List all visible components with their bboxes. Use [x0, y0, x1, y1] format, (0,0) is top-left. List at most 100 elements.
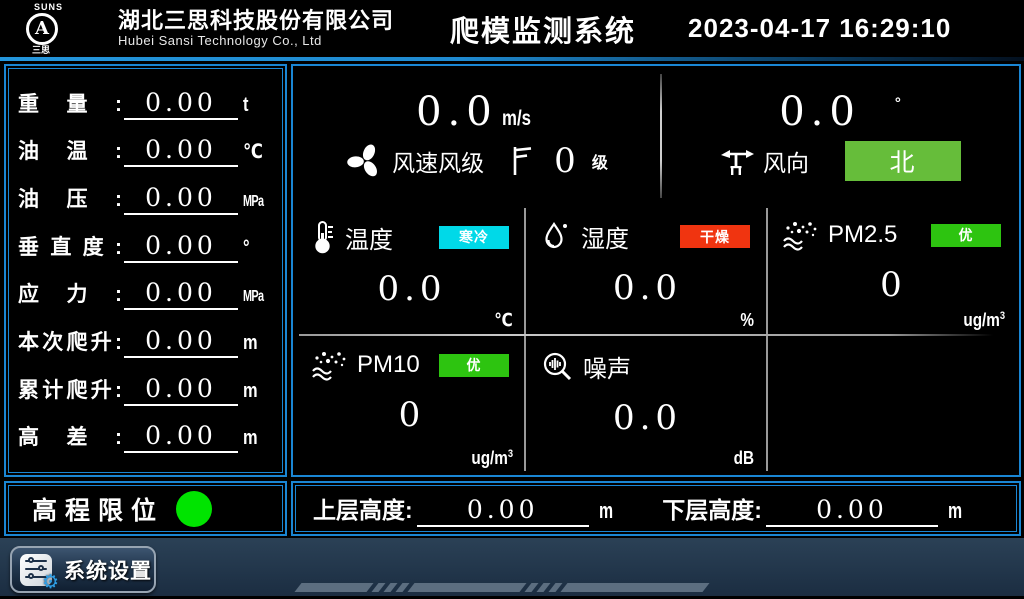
wind-speed-label: 风速风级	[392, 144, 484, 178]
environment-panel: 0.0 m/s 风速风级	[291, 64, 1021, 477]
wind-vane-icon	[719, 145, 755, 177]
system-settings-button[interactable]: ⚙ 系统设置	[10, 546, 156, 593]
noise-value: 0.0	[541, 398, 754, 438]
metric-label: 累计爬升:	[18, 374, 122, 404]
lower-height-group: 下层高度: 0.00 m	[662, 491, 967, 527]
env-grid: 温度 寒冷 0.0 ℃ 湿度 干燥	[295, 205, 1017, 473]
upper-height-unit: m	[599, 498, 613, 524]
metric-label: 高差:	[18, 421, 122, 451]
lower-height-unit: m	[948, 498, 962, 524]
metric-row-stress: 应力: 0.00 MPa	[18, 278, 275, 310]
lower-height-label: 下层高度:	[662, 491, 762, 525]
noise-label: 噪声	[583, 349, 631, 384]
header-divider	[0, 57, 1024, 61]
metric-value: 0.00	[124, 278, 238, 310]
metric-label: 油压:	[18, 183, 122, 213]
particles-icon	[782, 219, 820, 251]
metric-unit: MPa	[243, 193, 265, 211]
upper-height-label: 上层高度:	[313, 491, 413, 525]
wind-direction-label: 风向	[763, 144, 809, 178]
metric-unit: m	[243, 380, 269, 403]
metric-label: 重量:	[18, 88, 122, 118]
pm10-label: PM10	[357, 351, 420, 379]
wind-section-divider	[660, 74, 662, 198]
wind-speed-unit: m/s	[502, 107, 531, 131]
humidity-status-badge: 干燥	[680, 225, 750, 248]
metric-row-height-diff: 高差: 0.00 m	[18, 421, 275, 453]
empty-cell	[766, 335, 1017, 473]
metric-row-current-climb: 本次爬升: 0.00 m	[18, 326, 275, 358]
temperature-value: 0.0	[311, 269, 513, 309]
temperature-unit: ℃	[494, 310, 513, 331]
footer-decoration-stripes	[298, 583, 711, 592]
company-name-cn: 湖北三思科技股份有限公司	[118, 8, 394, 33]
noise-unit: dB	[734, 448, 754, 469]
elevation-limit-label: 高程限位	[32, 491, 164, 527]
metric-value: 0.00	[124, 326, 238, 358]
header: SUNS A 三思 湖北三思科技股份有限公司 Hubei Sansi Techn…	[0, 0, 1024, 57]
humidity-label: 湿度	[581, 219, 629, 254]
wind-speed-value: 0.0	[416, 89, 498, 135]
pm25-unit: ug/m3	[963, 310, 1005, 331]
pm10-status-badge: 优	[439, 354, 509, 377]
gear-icon: ⚙	[42, 571, 59, 593]
metrics-panel: 重量: 0.00 t 油温: 0.00 ℃ 油压: 0.00 MPa 垂直度: …	[4, 64, 287, 477]
metric-label: 应力:	[18, 278, 122, 308]
metric-value: 0.00	[124, 231, 238, 263]
particles-icon	[311, 349, 349, 381]
pm25-cell: PM2.5 优 0 ug/m3	[766, 205, 1017, 335]
wind-level-flag-icon	[510, 145, 532, 177]
upper-height-group: 上层高度: 0.00 m	[313, 491, 618, 527]
wind-direction-unit: °	[895, 95, 901, 112]
wind-direction-badge: 北	[845, 141, 961, 181]
screen: SUNS A 三思 湖北三思科技股份有限公司 Hubei Sansi Techn…	[0, 0, 1024, 599]
elevation-limit-status-light	[176, 491, 212, 527]
metric-row-verticality: 垂直度: 0.00 °	[18, 231, 275, 263]
wind-direction-block: 0.0 ° 风向	[661, 66, 1019, 204]
metric-unit: ℃	[243, 139, 269, 164]
company-logo: SUNS A 三思	[20, 3, 112, 55]
metric-row-oil-pressure: 油压: 0.00 MPa	[18, 183, 275, 215]
noise-cell: 噪声 0.0 dB	[525, 335, 766, 473]
company-name: 湖北三思科技股份有限公司 Hubei Sansi Technology Co.,…	[118, 8, 394, 48]
noise-meter-icon	[541, 350, 575, 384]
footer-bar: ⚙ 系统设置	[0, 538, 1024, 599]
company-name-en: Hubei Sansi Technology Co., Ltd	[118, 34, 394, 49]
temperature-label: 温度	[345, 220, 393, 255]
wind-section: 0.0 m/s 风速风级	[293, 66, 1019, 204]
metric-row-total-climb: 累计爬升: 0.00 m	[18, 374, 275, 406]
logo-circle-icon: A	[26, 13, 58, 45]
metric-value: 0.00	[124, 421, 238, 453]
metric-label: 垂直度:	[18, 231, 122, 261]
settings-button-label: 系统设置	[64, 555, 152, 585]
metric-value: 0.00	[124, 88, 238, 120]
metric-value: 0.00	[124, 374, 238, 406]
pm25-status-badge: 优	[931, 224, 1001, 247]
metric-unit: m	[243, 427, 269, 450]
wind-direction-value: 0.0	[779, 89, 861, 135]
thermometer-icon	[311, 219, 337, 255]
humidity-cell: 湿度 干燥 0.0 %	[525, 205, 766, 335]
wind-level-value: 0	[554, 141, 576, 181]
logo-suns-text: SUNS	[34, 3, 63, 12]
metric-row-weight: 重量: 0.00 t	[18, 88, 275, 120]
wind-level-unit: 级	[592, 149, 608, 173]
pm25-value: 0	[782, 265, 1005, 305]
elevation-limit-box: 高程限位	[4, 481, 287, 536]
metric-row-oil-temp: 油温: 0.00 ℃	[18, 135, 275, 167]
pm10-unit: ug/m3	[471, 448, 513, 469]
metric-unit: t	[243, 94, 269, 117]
pm10-value: 0	[311, 395, 513, 435]
logo-cn-text: 三思	[32, 46, 50, 55]
temperature-cell: 温度 寒冷 0.0 ℃	[295, 205, 525, 335]
temperature-status-badge: 寒冷	[439, 226, 509, 249]
page-title: 爬模监测系统	[450, 8, 636, 50]
upper-height-value: 0.00	[417, 495, 589, 527]
lower-height-value: 0.00	[766, 495, 938, 527]
metric-unit: MPa	[243, 288, 265, 306]
layer-heights-box: 上层高度: 0.00 m 下层高度: 0.00 m	[291, 481, 1021, 536]
metric-value: 0.00	[124, 183, 238, 215]
wind-speed-block: 0.0 m/s 风速风级	[293, 66, 661, 204]
humidity-value: 0.0	[541, 268, 754, 308]
metric-unit: °	[243, 237, 269, 260]
